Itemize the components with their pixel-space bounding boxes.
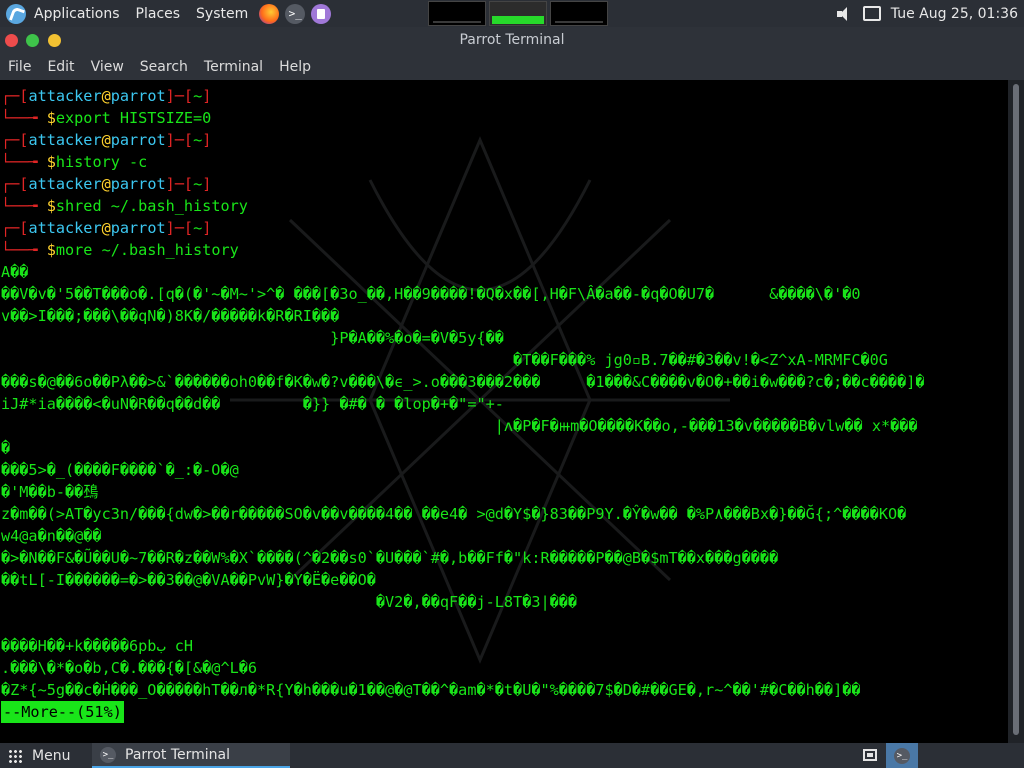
prompt-line: ┌─[attacker@parrot]─[~] — [1, 219, 212, 237]
top-panel: Applications Places System >_ Tue Aug 25… — [0, 0, 1024, 27]
output-line: w4@a�n��@�� — [1, 527, 102, 545]
output-line: |ʌ�P�F�ⲿm�O����K��o,-���13�v�����B�vlw��… — [1, 417, 918, 435]
output-line: z�m��(>AT�yc3n/���{dw�>��r�����SO�v��v��… — [1, 505, 907, 523]
menu-button[interactable]: Menu — [8, 743, 70, 768]
output-line: ����H��+k�����6pbب cH — [1, 637, 194, 655]
terminal-icon[interactable]: >_ — [285, 3, 306, 24]
terminal-icon: >_ — [100, 746, 116, 763]
output-line: ���s�@��6o��Pλ��>&`������oh0��f�K�w�?v��… — [1, 373, 925, 391]
prompt-line: ┌─[attacker@parrot]─[~] — [1, 131, 212, 149]
clock[interactable]: Tue Aug 25, 01:36 — [891, 6, 1024, 22]
parrot-logo-icon[interactable] — [6, 3, 26, 24]
system-menu[interactable]: System — [188, 0, 256, 27]
command-line: └──╼ $history -c — [1, 153, 148, 171]
terminal-lines: ┌─[attacker@parrot]─[~] └──╼ $export HIS… — [1, 85, 1007, 723]
menu-label: Menu — [32, 747, 71, 764]
output-line: ���5>�_(����F����`�_:�-O�@ — [1, 461, 239, 479]
command-line: └──╼ $more ~/.bash_history — [1, 241, 239, 259]
terminal-output[interactable]: ┌─[attacker@parrot]─[~] └──╼ $export HIS… — [0, 80, 1008, 743]
terminal-window: Parrot Terminal File Edit View Search Te… — [0, 27, 1024, 743]
workspace-3[interactable] — [550, 1, 608, 26]
prompt-line: ┌─[attacker@parrot]─[~] — [1, 87, 212, 105]
output-line: �Z*{~5g��c�Ḣ���_O�����hT��л�*R{Y�h���u�1… — [1, 681, 861, 699]
output-line: �T��F���% jg0▫B.7��#�3��v!�<Z^xA-MRMFC�0… — [1, 351, 888, 369]
output-line: �'M��b-��䲹 — [1, 483, 99, 501]
menu-file[interactable]: File — [0, 54, 39, 80]
output-line: iJ#*ia����<�uN�R��q��d�� �}} �#� � �lop�… — [1, 395, 504, 413]
workspace-1[interactable] — [428, 1, 486, 26]
prompt-line: ┌─[attacker@parrot]─[~] — [1, 175, 212, 193]
terminal-tray-button[interactable]: >_ — [886, 743, 918, 768]
grid-menu-icon — [8, 748, 22, 763]
output-line: �>�N��F&�Ũ��U�~7��R�z��W%�X`����(^�2��s0… — [1, 549, 779, 567]
places-menu[interactable]: Places — [128, 0, 189, 27]
workspace-switcher — [428, 1, 608, 26]
text-editor-icon[interactable] — [311, 3, 332, 24]
menu-terminal[interactable]: Terminal — [196, 54, 271, 80]
scrollbar-thumb[interactable] — [1013, 84, 1019, 735]
taskbar-item-parrot-terminal[interactable]: >_ Parrot Terminal — [92, 743, 290, 768]
output-line: .���\�*�o�b,C�.���{�[&�@^L�6 — [1, 659, 258, 677]
pager-status-line: --More--(51%) — [1, 701, 1007, 723]
window-title: Parrot Terminal — [459, 32, 565, 48]
output-line: ��V�v�'5��T���o�.[q�(�'~�M~'>^� ���[�3o_… — [1, 285, 861, 303]
output-line: �V2�,��qF��j-L8T�3|��� — [1, 593, 578, 611]
output-line: }P�A��%�o�=�V�5y{�� — [1, 329, 504, 347]
output-line: v��>I���;���\��qN�)8K�/�����k�R�RI��� — [1, 307, 340, 325]
window-titlebar[interactable]: Parrot Terminal — [0, 27, 1024, 54]
taskbar-item-label: Parrot Terminal — [125, 746, 231, 763]
menu-edit[interactable]: Edit — [39, 54, 82, 80]
terminal-icon: >_ — [894, 747, 910, 764]
output-line: A�� — [1, 263, 29, 281]
menu-search[interactable]: Search — [132, 54, 196, 80]
more-pager-status[interactable]: --More--(51%) — [1, 701, 124, 723]
screenshot-tray-icon[interactable] — [862, 747, 880, 763]
command-line: └──╼ $export HISTSIZE=0 — [1, 109, 212, 127]
menu-help[interactable]: Help — [271, 54, 319, 80]
workspace-2[interactable] — [489, 1, 547, 26]
output-line: � — [1, 439, 11, 457]
firefox-icon[interactable] — [259, 3, 280, 24]
terminal-scrollbar[interactable] — [1008, 80, 1024, 743]
menu-view[interactable]: View — [83, 54, 132, 80]
applications-menu[interactable]: Applications — [26, 0, 128, 27]
command-line: └──╼ $shred ~/.bash_history — [1, 197, 248, 215]
volume-icon[interactable] — [836, 6, 853, 21]
network-icon[interactable] — [862, 6, 881, 21]
menubar: File Edit View Search Terminal Help — [0, 54, 1024, 81]
output-line: ��tL[-I������=�>��3��@�VA��PvW}�Y�Ë�e��O… — [1, 571, 376, 589]
bottom-panel: Menu >_ Parrot Terminal >_ — [0, 743, 1024, 768]
